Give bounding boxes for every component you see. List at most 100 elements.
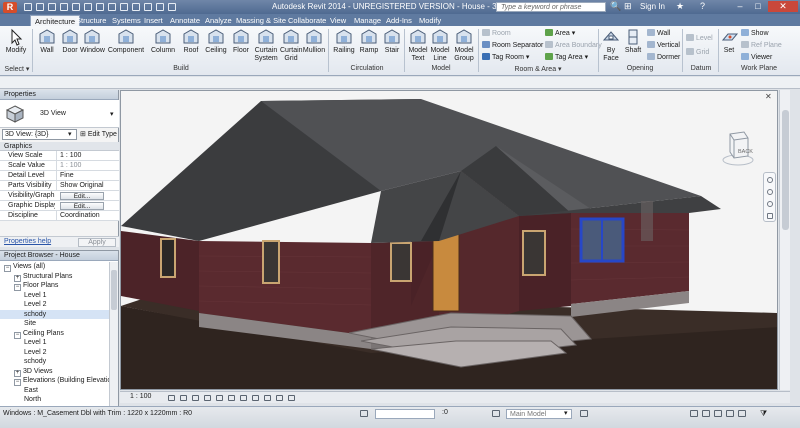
tag-room-button[interactable]: Tag Room ▾ bbox=[482, 53, 529, 62]
viewport-vertical-scrollbar[interactable] bbox=[779, 90, 790, 390]
properties-help-link[interactable]: Properties help bbox=[4, 238, 51, 245]
shaft-button[interactable]: Shaft bbox=[623, 28, 643, 55]
railing-button[interactable]: Railing bbox=[332, 28, 356, 55]
tab-insert[interactable]: Insert bbox=[140, 15, 167, 26]
ref-plane-button[interactable]: Ref Plane bbox=[741, 41, 782, 50]
ceiling-button[interactable]: Ceiling bbox=[204, 28, 228, 55]
help-icon[interactable]: ? bbox=[700, 1, 705, 11]
tree-item[interactable]: Level 2 bbox=[0, 300, 109, 310]
save-icon[interactable] bbox=[36, 3, 44, 11]
tab-structure[interactable]: Structure bbox=[72, 15, 110, 26]
curtain-grid-button[interactable]: Curtain Grid bbox=[280, 28, 303, 63]
select-dropdown[interactable]: Select ▾ bbox=[4, 65, 30, 73]
reveal-hidden-icon[interactable] bbox=[276, 395, 283, 401]
tab-collaborate[interactable]: Collaborate bbox=[284, 15, 330, 26]
tag-area-button[interactable]: Tag Area ▾ bbox=[545, 53, 588, 62]
graphics-group-header[interactable]: Graphics bbox=[0, 142, 119, 151]
modify-button[interactable]: Modify bbox=[4, 28, 28, 55]
tree-item[interactable]: − Views (all) bbox=[0, 262, 109, 272]
select-pinned-icon[interactable] bbox=[714, 410, 722, 417]
tree-item[interactable]: Level 2 bbox=[0, 348, 109, 358]
tab-analyze[interactable]: Analyze bbox=[201, 15, 236, 26]
detail-level-icon[interactable] bbox=[168, 395, 175, 401]
mullion-button[interactable]: Mullion bbox=[302, 28, 326, 55]
navbar-options-icon[interactable] bbox=[767, 213, 773, 219]
dormer-opening-button[interactable]: Dormer bbox=[647, 53, 680, 62]
area-boundary-button[interactable]: Area Boundary bbox=[545, 41, 602, 50]
dimension-icon[interactable] bbox=[96, 3, 104, 11]
room-area-panel-label[interactable]: Room & Area ▾ bbox=[482, 65, 594, 73]
design-option-select[interactable]: Main Model bbox=[506, 409, 572, 419]
tab-add-ins[interactable]: Add-Ins bbox=[382, 15, 416, 26]
stair-button[interactable]: Stair bbox=[382, 28, 402, 55]
close-button[interactable]: ✕ bbox=[768, 1, 798, 12]
zoom-icon[interactable] bbox=[767, 189, 773, 195]
subscription-center-icon[interactable]: ⊞ bbox=[624, 1, 632, 12]
tab-annotate[interactable]: Annotate bbox=[166, 15, 204, 26]
edit-button[interactable]: Edit... bbox=[60, 192, 104, 200]
property-value[interactable]: Show Original bbox=[56, 181, 119, 191]
search-input[interactable]: Type a keyword or phrase bbox=[496, 2, 606, 12]
minimize-button[interactable]: – bbox=[732, 1, 748, 12]
window-button[interactable]: Window bbox=[80, 28, 105, 55]
show-crop-icon[interactable] bbox=[240, 395, 247, 401]
sun-path-icon[interactable] bbox=[192, 395, 199, 401]
tree-item[interactable]: Level 1 bbox=[0, 291, 109, 301]
editable-only-icon[interactable] bbox=[580, 410, 588, 417]
select-underlay-icon[interactable] bbox=[702, 410, 710, 417]
property-value[interactable]: Fine bbox=[56, 171, 119, 181]
curtain-system-button[interactable]: Curtain System bbox=[254, 28, 278, 63]
shadows-icon[interactable] bbox=[204, 395, 211, 401]
edit-button[interactable]: Edit... bbox=[60, 202, 104, 210]
viewcube[interactable] bbox=[720, 128, 756, 168]
grid-button[interactable]: Grid bbox=[686, 48, 709, 57]
render-icon[interactable] bbox=[216, 395, 223, 401]
tab-manage[interactable]: Manage bbox=[350, 15, 385, 26]
area-button[interactable]: Area ▾ bbox=[545, 29, 575, 38]
tree-item[interactable]: schody bbox=[0, 309, 109, 319]
tree-item[interactable]: − Floor Plans bbox=[0, 281, 109, 291]
model-line-button[interactable]: Model Line bbox=[430, 28, 450, 63]
column-button[interactable]: Column bbox=[150, 28, 176, 55]
edit-type-button[interactable]: ⊞ Edit Type bbox=[80, 130, 117, 138]
sign-in-link[interactable]: Sign In bbox=[640, 2, 665, 11]
3d-view-canvas[interactable] bbox=[120, 90, 778, 390]
component-button[interactable]: Component bbox=[106, 28, 146, 55]
model-group-button[interactable]: Model Group bbox=[452, 28, 476, 63]
redo-icon[interactable] bbox=[60, 3, 68, 11]
maximize-button[interactable]: □ bbox=[750, 1, 766, 12]
type-selector[interactable]: 3D View ▾ bbox=[0, 100, 119, 128]
zoom-extents-icon[interactable] bbox=[767, 201, 773, 207]
drag-elements-icon[interactable] bbox=[738, 410, 746, 417]
worksets-icon[interactable] bbox=[360, 410, 368, 417]
room-separator-button[interactable]: Room Separator bbox=[482, 41, 543, 50]
tree-item[interactable]: Site bbox=[0, 319, 109, 329]
filter-icon[interactable]: ⧩ bbox=[760, 409, 767, 419]
door-button[interactable]: Door bbox=[60, 28, 80, 55]
lock-view-icon[interactable] bbox=[252, 395, 259, 401]
tab-modify[interactable]: Modify bbox=[415, 15, 445, 26]
3d-view-icon[interactable] bbox=[132, 3, 140, 11]
thin-lines-icon[interactable] bbox=[156, 3, 164, 11]
tree-item[interactable]: Level 1 bbox=[0, 338, 109, 348]
apply-button[interactable]: Apply bbox=[78, 238, 116, 247]
floor-button[interactable]: Floor bbox=[230, 28, 252, 55]
tab-view[interactable]: View bbox=[326, 15, 350, 26]
print-icon[interactable] bbox=[72, 3, 80, 11]
text-icon[interactable] bbox=[120, 3, 128, 11]
active-workset-select[interactable] bbox=[375, 409, 435, 419]
tree-item[interactable]: North bbox=[0, 395, 109, 405]
temporary-hide-icon[interactable] bbox=[264, 395, 271, 401]
property-value[interactable]: 1 : 100 bbox=[56, 151, 119, 161]
section-icon[interactable] bbox=[144, 3, 152, 11]
viewer-button[interactable]: Viewer bbox=[741, 53, 772, 62]
tree-item[interactable]: +3D Views bbox=[0, 367, 109, 377]
view-scale-button[interactable]: 1 : 100 bbox=[130, 393, 151, 400]
set-work-plane-button[interactable]: Set bbox=[720, 28, 739, 55]
visual-style-icon[interactable] bbox=[180, 395, 187, 401]
select-links-icon[interactable] bbox=[690, 410, 698, 417]
worksharing-display-icon[interactable] bbox=[288, 395, 295, 401]
vertical-opening-button[interactable]: Vertical bbox=[647, 41, 680, 50]
property-value[interactable]: Coordination bbox=[56, 211, 119, 221]
tree-item[interactable]: East bbox=[0, 386, 109, 396]
